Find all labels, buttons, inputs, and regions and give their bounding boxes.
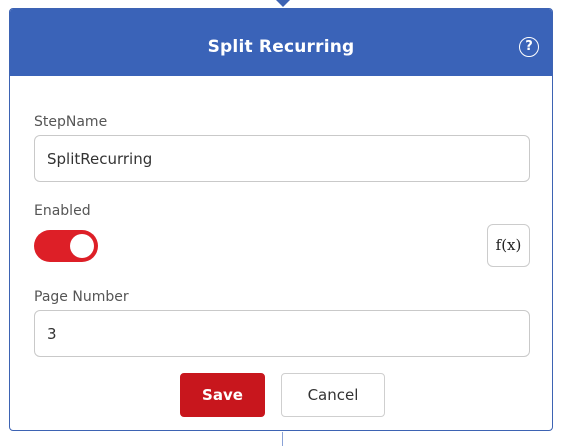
- incoming-connector-arrow: [276, 0, 290, 7]
- enabled-toggle[interactable]: [34, 230, 98, 262]
- step-name-label: StepName: [34, 114, 108, 130]
- cancel-button[interactable]: Cancel: [281, 373, 385, 417]
- step-name-input[interactable]: [34, 135, 530, 182]
- step-properties-dialog: Split Recurring ? StepName Enabled f(x) …: [9, 8, 553, 431]
- enabled-label: Enabled: [34, 203, 91, 219]
- help-icon[interactable]: ?: [519, 37, 539, 57]
- toggle-knob: [70, 234, 94, 258]
- page-number-input[interactable]: [34, 310, 530, 357]
- save-button[interactable]: Save: [180, 373, 265, 417]
- dialog-header: Split Recurring ?: [10, 9, 552, 76]
- outgoing-connector-line: [282, 432, 283, 446]
- dialog-title: Split Recurring: [207, 37, 355, 57]
- page-number-label: Page Number: [34, 289, 129, 305]
- workflow-canvas: Split Recurring ? StepName Enabled f(x) …: [0, 0, 564, 446]
- function-icon[interactable]: f(x): [487, 224, 530, 267]
